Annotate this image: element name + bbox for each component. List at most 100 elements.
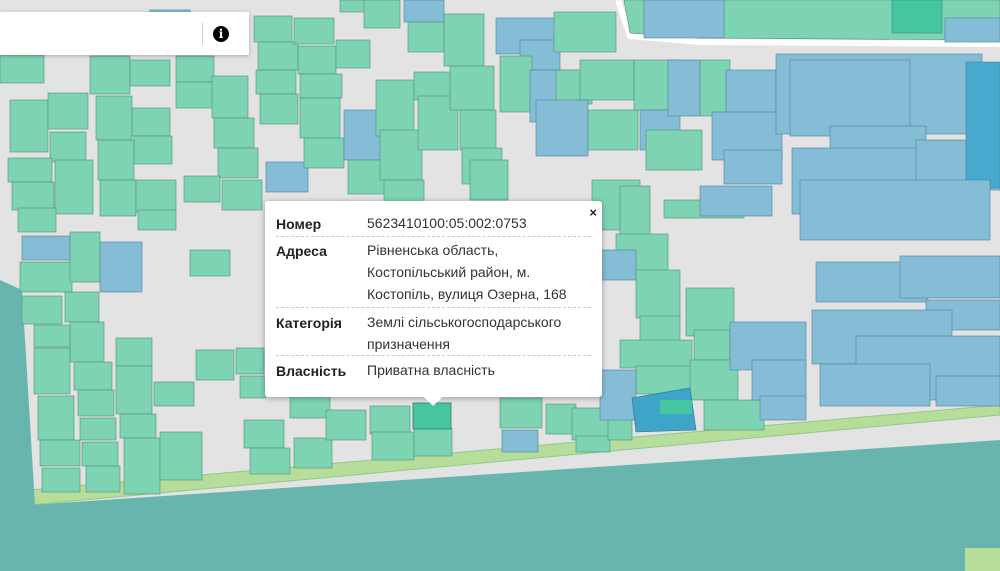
parcel[interactable] (64, 291, 100, 323)
parcel[interactable] (217, 147, 259, 179)
parcel[interactable] (303, 137, 345, 169)
parcel[interactable] (211, 75, 249, 119)
parcel[interactable] (371, 431, 415, 461)
parcel[interactable] (469, 159, 509, 201)
parcel[interactable] (899, 255, 1000, 299)
info-icon[interactable]: i (213, 26, 229, 42)
parcel[interactable] (249, 447, 291, 475)
parcel[interactable] (69, 321, 105, 363)
parcel[interactable] (297, 45, 337, 75)
parcel[interactable] (789, 59, 911, 137)
parcel[interactable] (9, 99, 49, 153)
parcel[interactable] (97, 139, 135, 181)
parcel[interactable] (77, 389, 115, 417)
parcel[interactable] (17, 207, 57, 233)
parcel[interactable] (95, 95, 133, 141)
parcel[interactable] (619, 339, 693, 369)
parcel[interactable] (299, 73, 343, 99)
parcel[interactable] (153, 381, 195, 407)
parcel[interactable] (33, 347, 71, 395)
parcel[interactable] (693, 329, 731, 361)
parcel[interactable] (965, 61, 1000, 189)
parcel[interactable] (379, 129, 423, 181)
parcel[interactable] (99, 241, 143, 293)
parcel[interactable] (369, 405, 411, 435)
parcel[interactable] (175, 55, 215, 83)
parcel[interactable] (89, 55, 131, 95)
parcel[interactable] (375, 79, 415, 137)
parcel[interactable] (703, 399, 765, 431)
parcel[interactable] (195, 349, 235, 381)
parcel[interactable] (0, 54, 45, 84)
parcel[interactable] (137, 209, 177, 231)
parcel[interactable] (221, 179, 263, 211)
parcel[interactable] (54, 159, 94, 215)
parcel[interactable] (944, 17, 1000, 43)
parcel[interactable] (115, 365, 153, 415)
parcel[interactable] (643, 0, 725, 39)
parcel[interactable] (293, 17, 335, 45)
parcel[interactable] (255, 69, 297, 95)
parcel[interactable] (11, 181, 55, 211)
parcel[interactable] (253, 15, 293, 43)
parcel[interactable] (49, 131, 87, 163)
parcel[interactable] (213, 117, 255, 149)
parcel[interactable] (129, 59, 171, 87)
parcel[interactable] (239, 375, 267, 399)
selected-parcel[interactable] (412, 402, 452, 430)
parcel[interactable] (535, 99, 589, 157)
parcel[interactable] (799, 179, 991, 241)
parcel[interactable] (891, 0, 943, 34)
parcel[interactable] (69, 231, 101, 283)
parcel[interactable] (289, 395, 331, 419)
parcel[interactable] (819, 363, 931, 407)
parcel[interactable] (499, 397, 543, 429)
parcel[interactable] (119, 413, 157, 439)
parcel[interactable] (325, 409, 367, 441)
parcel[interactable] (545, 403, 577, 435)
parcel[interactable] (635, 269, 681, 319)
parcel[interactable] (39, 439, 81, 467)
parcel[interactable] (501, 429, 539, 453)
parcel[interactable] (459, 109, 497, 151)
parcel[interactable] (175, 81, 217, 109)
parcel[interactable] (259, 93, 299, 125)
parcel[interactable] (21, 235, 71, 261)
parcel[interactable] (183, 175, 221, 203)
parcel[interactable] (131, 107, 171, 137)
parcel[interactable] (21, 295, 63, 325)
parcel[interactable] (575, 435, 611, 453)
parcel[interactable] (299, 97, 341, 139)
parcel[interactable] (79, 417, 117, 441)
parcel[interactable] (403, 0, 445, 23)
parcel[interactable] (599, 249, 637, 281)
parcel[interactable] (660, 400, 692, 414)
parcel[interactable] (587, 109, 639, 151)
parcel[interactable] (135, 179, 177, 213)
parcel[interactable] (499, 55, 533, 113)
parcel[interactable] (33, 324, 71, 348)
parcel[interactable] (599, 369, 637, 421)
parcel[interactable] (699, 185, 773, 217)
parcel[interactable] (723, 149, 783, 185)
parcel[interactable] (189, 249, 231, 277)
parcel[interactable] (243, 419, 285, 449)
search-bar[interactable]: i (0, 12, 249, 55)
parcel[interactable] (699, 59, 731, 117)
parcel[interactable] (619, 185, 651, 237)
parcel[interactable] (41, 467, 81, 493)
parcel[interactable] (645, 129, 703, 171)
parcel[interactable] (407, 21, 445, 53)
parcel[interactable] (7, 157, 53, 183)
parcel[interactable] (553, 11, 617, 53)
parcel[interactable] (123, 437, 161, 495)
parcel[interactable] (37, 395, 75, 441)
parcel[interactable] (293, 437, 333, 469)
parcel[interactable] (759, 395, 807, 421)
close-icon[interactable]: × (589, 205, 597, 221)
parcel[interactable] (579, 59, 635, 101)
parcel[interactable] (413, 427, 453, 457)
parcel[interactable] (443, 13, 485, 67)
parcel[interactable] (667, 59, 701, 117)
parcel[interactable] (85, 465, 121, 493)
